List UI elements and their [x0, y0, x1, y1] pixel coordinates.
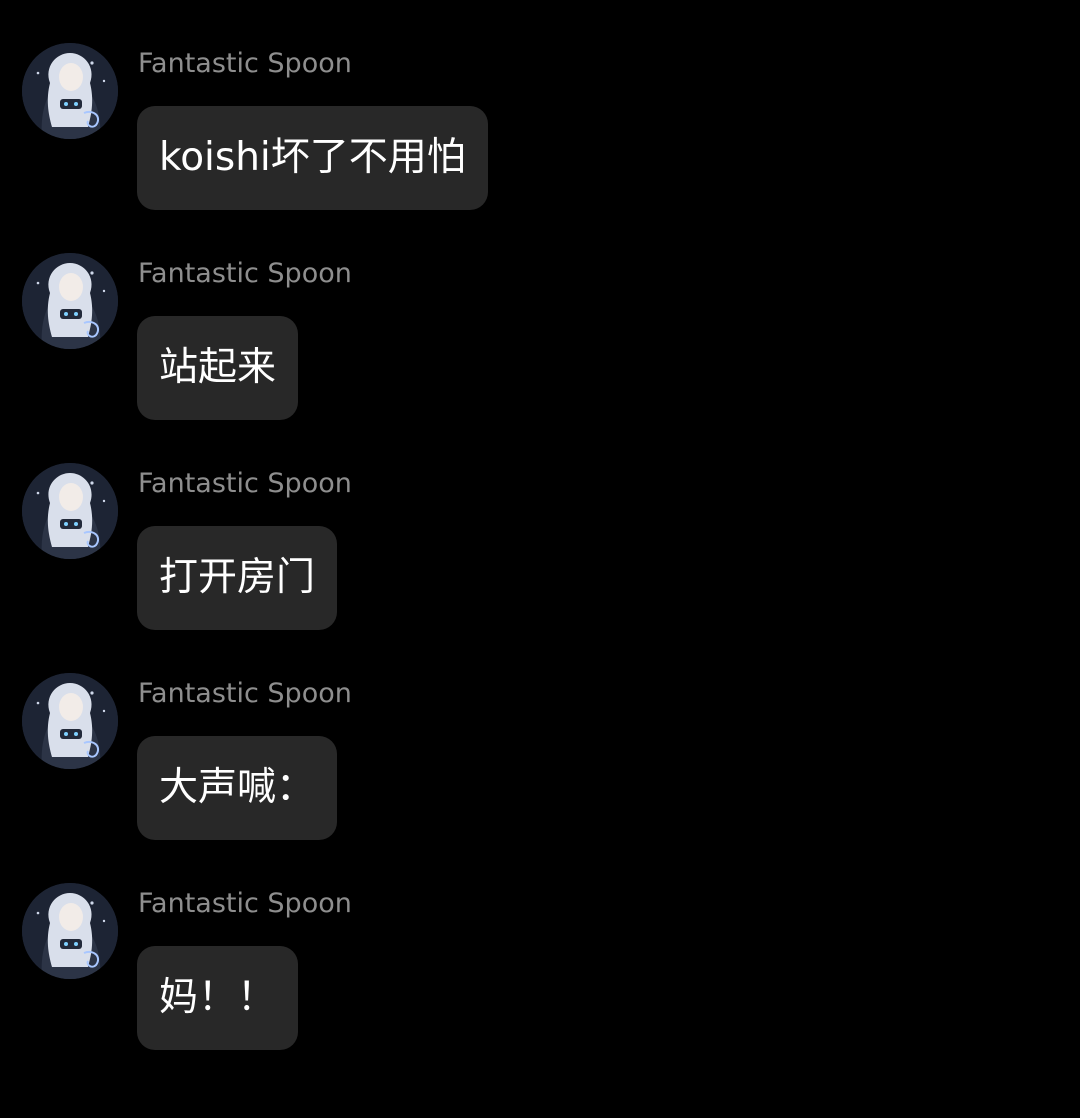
chat-message: Fantastic Spoon 打开房门	[0, 463, 1080, 663]
sender-name: Fantastic Spoon	[138, 468, 352, 499]
chat-message: Fantastic Spoon 妈！！	[0, 883, 1080, 1083]
message-bubble[interactable]: 打开房门	[137, 526, 338, 630]
anime-character-avatar-icon	[22, 253, 118, 349]
sender-name: Fantastic Spoon	[138, 48, 352, 79]
chat-message: Fantastic Spoon 大声喊：	[0, 673, 1080, 873]
message-bubble[interactable]: 妈！！	[137, 946, 299, 1050]
anime-character-avatar-icon	[22, 43, 118, 139]
message-bubble[interactable]: 大声喊：	[137, 736, 338, 840]
sender-avatar[interactable]	[22, 253, 118, 349]
sender-avatar[interactable]	[22, 883, 118, 979]
sender-name: Fantastic Spoon	[138, 258, 352, 289]
message-bubble[interactable]: 站起来	[137, 316, 299, 420]
sender-avatar[interactable]	[22, 43, 118, 139]
anime-character-avatar-icon	[22, 673, 118, 769]
chat-message: Fantastic Spoon 站起来	[0, 253, 1080, 453]
sender-avatar[interactable]	[22, 673, 118, 769]
sender-avatar[interactable]	[22, 463, 118, 559]
chat-message: Fantastic Spoon koishi坏了不用怕	[0, 43, 1080, 243]
sender-name: Fantastic Spoon	[138, 678, 352, 709]
message-bubble[interactable]: koishi坏了不用怕	[137, 106, 488, 210]
anime-character-avatar-icon	[22, 463, 118, 559]
anime-character-avatar-icon	[22, 883, 118, 979]
sender-name: Fantastic Spoon	[138, 888, 352, 919]
